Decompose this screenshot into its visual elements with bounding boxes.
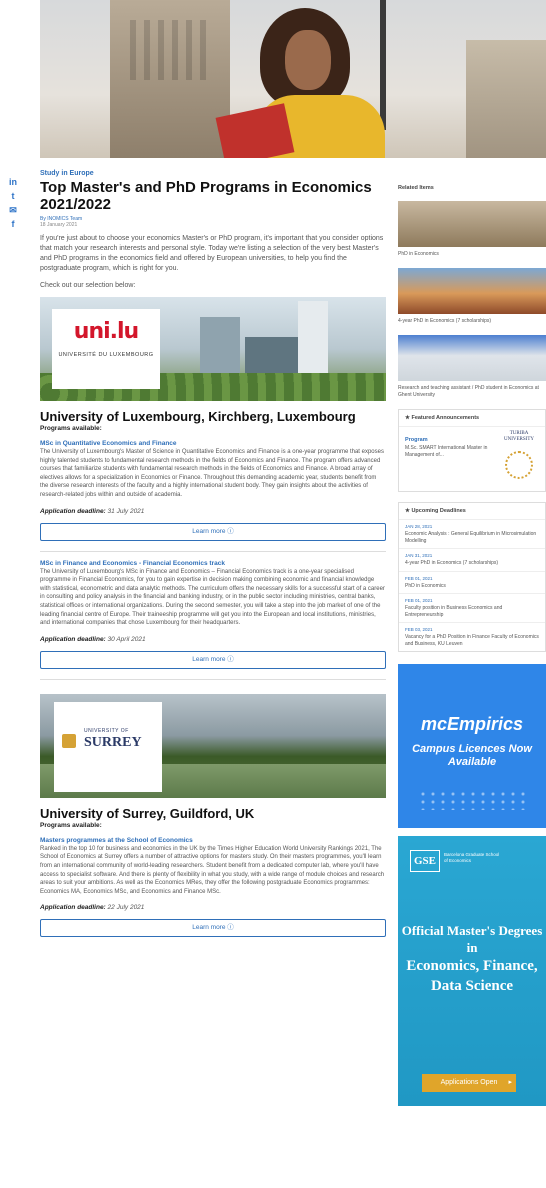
hero-lamppost [380, 0, 386, 130]
deadlines-heading: ★ Upcoming Deadlines [399, 503, 545, 520]
article-date: 18 January 2021 [40, 222, 78, 228]
deadline-item[interactable]: FEB 01, 2021 Faculty position in Busines… [399, 594, 545, 623]
featured-item[interactable]: Program M.Sc. SMART International Master… [399, 427, 545, 491]
related-item-caption[interactable]: 4-year PhD in Economics (7 scholarships) [398, 318, 546, 325]
article-intro-2: Check out our selection below: [40, 282, 136, 289]
deadline-item-title[interactable]: 4-year PhD in Economics (7 scholarships) [405, 560, 539, 567]
program-description: The University of Luxembourg's Master of… [40, 449, 384, 498]
divider [40, 678, 386, 680]
featured-type[interactable]: Program [405, 437, 428, 443]
gse-logo-text: Barcelona Graduate School of Economics [444, 852, 500, 863]
email-icon[interactable]: ✉ [6, 203, 20, 217]
hero-image [40, 0, 546, 158]
facebook-icon[interactable]: f [6, 217, 20, 231]
related-item-caption[interactable]: Research and teaching assistant / PhD st… [398, 385, 546, 399]
program-description: The University of Luxembourg's MSc in Fi… [40, 568, 385, 627]
eu-stars-icon [505, 451, 533, 479]
related-items-heading: Related Items [398, 185, 434, 191]
hero-building [110, 0, 230, 158]
featured-logo-text: TURIBA UNIVERSITY [504, 431, 534, 442]
university-title: University of Surrey, Guildford, UK [40, 805, 255, 821]
gse-ad[interactable]: GSE Barcelona Graduate School of Economi… [398, 836, 546, 1106]
related-item[interactable]: PhD in Economics [398, 201, 546, 258]
related-item-caption[interactable]: PhD in Economics [398, 251, 546, 258]
ad-title: mcEmpirics [420, 714, 524, 734]
deadline-item-title[interactable]: PhD in Economics [405, 583, 539, 590]
deadline-label: Application deadline: [40, 904, 106, 912]
deadline-item-date: FEB 01, 2021 [405, 598, 433, 603]
logo-sub-text: UNIVERSITÉ DU LUXEMBOURG [58, 352, 154, 358]
deadline-item-title[interactable]: Faculty position in Business Economics a… [405, 605, 539, 618]
logo-main-text: SURREY [84, 734, 142, 750]
hero-person-face [285, 30, 331, 90]
university-image-luxembourg: uni.lu UNIVERSITÉ DU LUXEMBOURG [40, 297, 386, 401]
deadline-item[interactable]: JAN 31, 2021 4-year PhD in Economics (7 … [399, 549, 545, 572]
deadline-item[interactable]: FEB 03, 2021 Vacancy for a PhD Position … [399, 623, 545, 651]
stag-crest-icon [62, 733, 76, 748]
ad-line-1: Official Master's Degrees in [401, 923, 543, 955]
application-deadline: Application deadline: 22 July 2021 [40, 904, 386, 911]
application-deadline: Application deadline: 30 April 2021 [40, 636, 386, 643]
university-logo: uni.lu UNIVERSITÉ DU LUXEMBOURG [58, 319, 154, 359]
related-item-image[interactable] [398, 335, 546, 381]
programs-label: Programs available: [40, 425, 102, 432]
learn-more-button[interactable]: Learn more ⓘ [40, 522, 386, 541]
program-link[interactable]: MSc in Quantitative Economics and Financ… [40, 440, 386, 447]
related-item-image[interactable] [398, 201, 546, 247]
featured-announcements: ★ Featured Announcements Program M.Sc. S… [398, 409, 546, 492]
article-title: Top Master's and PhD Programs in Economi… [40, 179, 372, 213]
ad-line-2: Economics, Finance, Data Science [406, 958, 538, 994]
deadline-date: 31 July 2021 [107, 507, 145, 515]
university-image-surrey: UNIVERSITY OF SURREY [40, 693, 386, 798]
deadline-label: Application deadline: [40, 507, 106, 515]
twitter-icon[interactable]: t [6, 189, 20, 203]
program-link[interactable]: MSc in Finance and Economics - Financial… [40, 560, 386, 567]
ad-subtitle: Campus Licences Now Available [412, 743, 532, 768]
learn-more-button[interactable]: Learn more ⓘ [40, 919, 386, 938]
article-intro: If you're just about to choose your econ… [40, 235, 384, 272]
logo-sub-text: UNIVERSITY OF [84, 727, 129, 734]
deadline-date: 22 July 2021 [107, 904, 145, 912]
featured-heading: ★ Featured Announcements [399, 410, 545, 427]
article-category-link[interactable]: Study in Europe [40, 170, 386, 177]
article: Study in Europe Top Master's and PhD Pro… [40, 170, 386, 938]
program-link[interactable]: Masters programmes at the School of Econ… [40, 837, 386, 844]
ad-decoration [418, 790, 526, 810]
linkedin-icon[interactable]: in [6, 175, 20, 189]
hero-building-right [466, 40, 546, 158]
sidebar: Related Items PhD in Economics 4-year Ph… [398, 185, 546, 1106]
gse-logo: GSE [410, 850, 440, 872]
university-title: University of Luxembourg, Kirchberg, Lux… [40, 409, 356, 424]
featured-text[interactable]: M.Sc. SMART International Master in Mana… [405, 445, 495, 459]
application-deadline: Application deadline: 31 July 2021 [40, 508, 386, 515]
related-item[interactable]: Research and teaching assistant / PhD st… [398, 335, 546, 399]
related-item-image[interactable] [398, 268, 546, 314]
mcempirics-ad[interactable]: mcEmpirics Campus Licences Now Available [398, 664, 546, 828]
deadline-label: Application deadline: [40, 635, 106, 643]
social-share-bar: in t ✉ f [6, 175, 20, 231]
deadline-item-title[interactable]: Vacancy for a PhD Position in Finance Fa… [405, 634, 539, 647]
learn-more-button[interactable]: Learn more ⓘ [40, 650, 386, 669]
upcoming-deadlines: ★ Upcoming Deadlines JAN 28, 2021 Econom… [398, 502, 546, 652]
ad-body: Official Master's Degrees in Economics, … [398, 922, 546, 996]
applications-open-button[interactable]: Applications Open [422, 1074, 516, 1092]
deadline-item[interactable]: JAN 28, 2021 Economic Analysis : General… [399, 520, 545, 549]
deadline-item[interactable]: FEB 01, 2021 PhD in Economics [399, 572, 545, 594]
deadline-item-title[interactable]: Economic Analysis : General Equilibrium … [405, 531, 539, 544]
divider [40, 550, 386, 552]
deadline-item-date: JAN 31, 2021 [405, 553, 433, 558]
related-item[interactable]: 4-year PhD in Economics (7 scholarships) [398, 268, 546, 325]
programs-label: Programs available: [40, 821, 102, 829]
deadline-item-date: JAN 28, 2021 [405, 524, 433, 529]
deadline-item-date: FEB 01, 2021 [405, 575, 433, 581]
deadline-date: 30 April 2021 [107, 635, 146, 643]
program-description: Ranked in the top 10 for business and ec… [40, 845, 385, 895]
deadline-item-date: FEB 03, 2021 [405, 627, 433, 632]
logo-main-text: uni.lu [73, 319, 139, 344]
